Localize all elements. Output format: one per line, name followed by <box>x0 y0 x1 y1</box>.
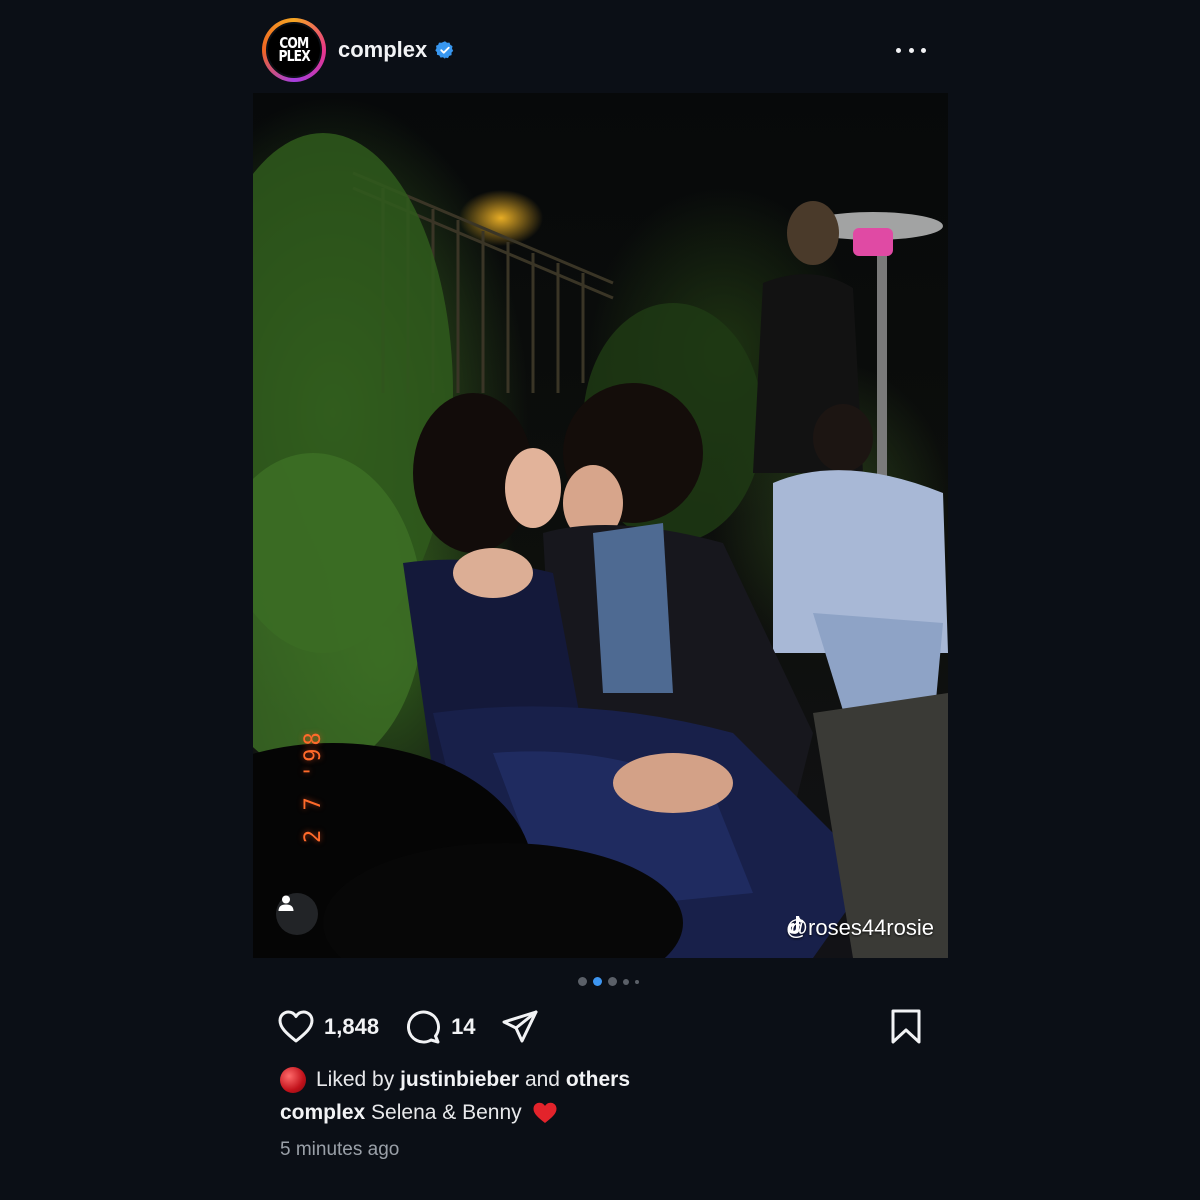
comment-bubble-icon <box>407 1010 441 1044</box>
carousel-dot <box>623 978 629 985</box>
carousel-indicator <box>575 977 642 986</box>
more-options-icon[interactable] <box>896 38 926 62</box>
red-heart-emoji <box>533 1102 557 1123</box>
action-bar: 1,848 14 <box>276 1005 926 1049</box>
liked-by-prefix: Liked by <box>316 1068 395 1091</box>
liked-by-line: Liked by justinbieber and others <box>280 1067 630 1093</box>
caption-text: Selena & Benny <box>371 1101 522 1124</box>
post-header: COM PLEX complex <box>262 16 932 84</box>
send-icon <box>502 1010 538 1043</box>
watermark-handle: @roses44rosie <box>785 915 934 940</box>
carousel-dot <box>608 977 617 986</box>
bookmark-icon <box>891 1009 921 1044</box>
user-tag-button[interactable] <box>276 893 318 935</box>
avatar-logo-line-2: PLEX <box>278 47 310 65</box>
post-timestamp: 5 minutes ago <box>280 1139 400 1160</box>
user-tag-icon <box>278 895 294 911</box>
story-ring[interactable]: COM PLEX <box>262 18 326 82</box>
post-caption: complex Selena & Benny <box>280 1101 558 1125</box>
instagram-post: COM PLEX complex 2 7 '98 @roses44rosie 1… <box>0 0 1200 1200</box>
comment-count: 14 <box>451 1014 476 1039</box>
carousel-dot <box>578 977 587 986</box>
carousel-dot-active <box>593 977 602 986</box>
caption-author[interactable]: complex <box>280 1101 365 1125</box>
heart-icon <box>278 1010 314 1043</box>
like-count: 1,848 <box>324 1014 380 1039</box>
post-username[interactable]: complex <box>338 37 427 63</box>
post-photo[interactable]: 2 7 '98 @roses44rosie <box>253 93 948 958</box>
verified-badge-icon <box>435 41 454 59</box>
carousel-dot <box>635 979 639 984</box>
tiktok-icon <box>787 916 803 934</box>
save-button[interactable] <box>886 1007 926 1047</box>
liked-by-and: and <box>524 1068 560 1091</box>
more-dot <box>896 47 901 53</box>
tiktok-watermark: @roses44rosie <box>786 915 934 941</box>
liker-avatar[interactable] <box>280 1067 306 1093</box>
more-dot <box>908 47 914 53</box>
liked-by-others-link[interactable]: others <box>566 1068 630 1092</box>
liked-by-username[interactable]: justinbieber <box>400 1068 519 1092</box>
photo-scene <box>253 133 948 958</box>
date-stamp: 2 7 '98 <box>301 729 326 843</box>
more-dot <box>921 47 926 53</box>
like-button[interactable]: 1,848 <box>276 1007 379 1047</box>
comment-button[interactable]: 14 <box>403 1007 476 1047</box>
avatar[interactable]: COM PLEX <box>266 22 322 78</box>
share-button[interactable] <box>500 1007 540 1047</box>
